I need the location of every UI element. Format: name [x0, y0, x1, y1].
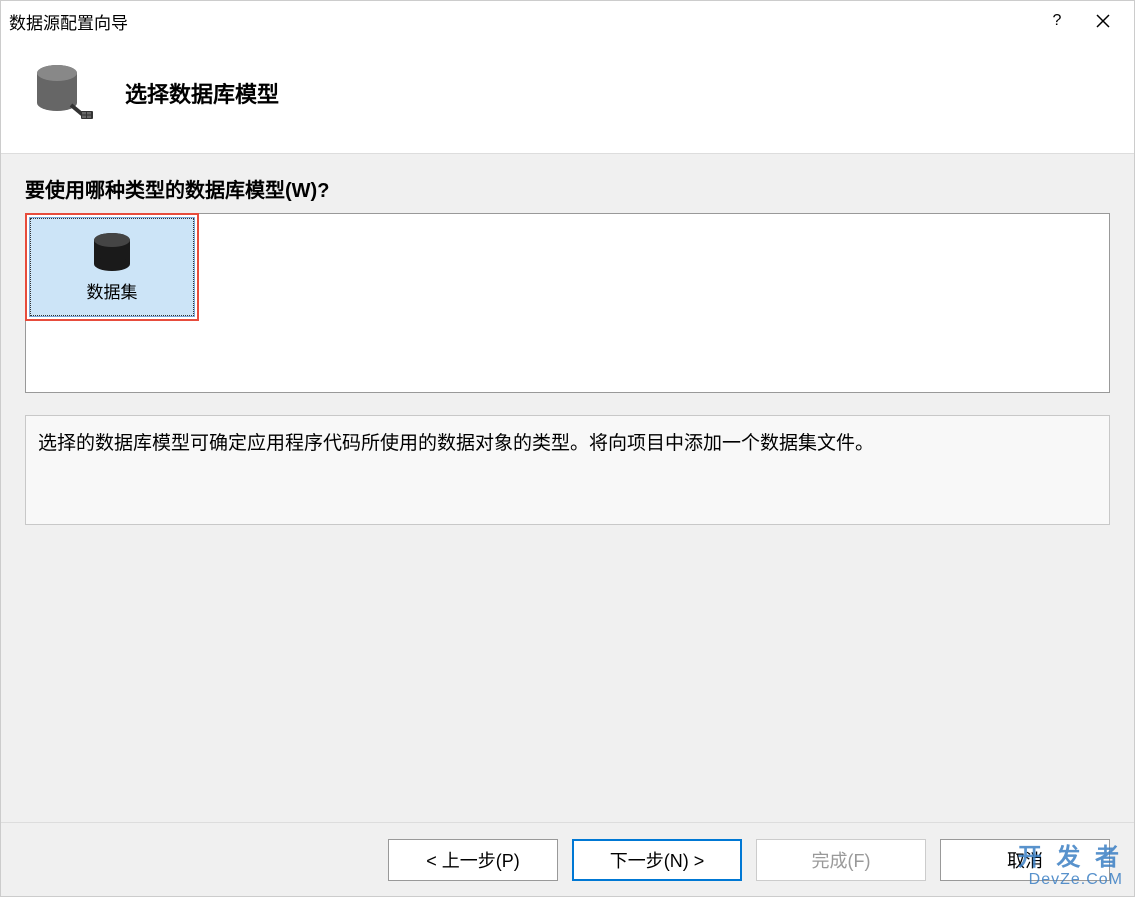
prompt-label: 要使用哪种类型的数据库模型(W)? [25, 174, 1110, 203]
next-button[interactable]: 下一步(N) > [572, 839, 742, 881]
model-option-label: 数据集 [87, 278, 138, 303]
page-title: 选择数据库模型 [125, 77, 279, 109]
content-area: 要使用哪种类型的数据库模型(W)? 数据集 选择的数据库模型可 [1, 153, 1134, 822]
close-icon [1096, 14, 1110, 28]
help-icon: ? [1053, 12, 1062, 30]
cancel-button[interactable]: 取消 [940, 839, 1110, 881]
previous-button[interactable]: < 上一步(P) [388, 839, 558, 881]
close-button[interactable] [1080, 5, 1126, 37]
button-bar: < 上一步(P) 下一步(N) > 完成(F) 取消 [1, 822, 1134, 896]
database-icon [88, 232, 136, 272]
model-option-dataset[interactable]: 数据集 [29, 217, 195, 317]
selection-highlight: 数据集 [25, 213, 199, 321]
header-section: 选择数据库模型 [1, 41, 1134, 153]
model-type-list[interactable]: 数据集 [25, 213, 1110, 393]
titlebar: 数据源配置向导 ? [1, 1, 1134, 41]
finish-button: 完成(F) [756, 839, 926, 881]
description-text: 选择的数据库模型可确定应用程序代码所使用的数据对象的类型。将向项目中添加一个数据… [38, 433, 874, 454]
help-button[interactable]: ? [1034, 5, 1080, 37]
wizard-dialog: 数据源配置向导 ? 选择数据库模型 [0, 0, 1135, 897]
description-box: 选择的数据库模型可确定应用程序代码所使用的数据对象的类型。将向项目中添加一个数据… [25, 415, 1110, 525]
database-wizard-icon [25, 57, 97, 129]
content-outer: 要使用哪种类型的数据库模型(W)? 数据集 选择的数据库模型可 [1, 153, 1134, 896]
dialog-title: 数据源配置向导 [9, 9, 1034, 34]
